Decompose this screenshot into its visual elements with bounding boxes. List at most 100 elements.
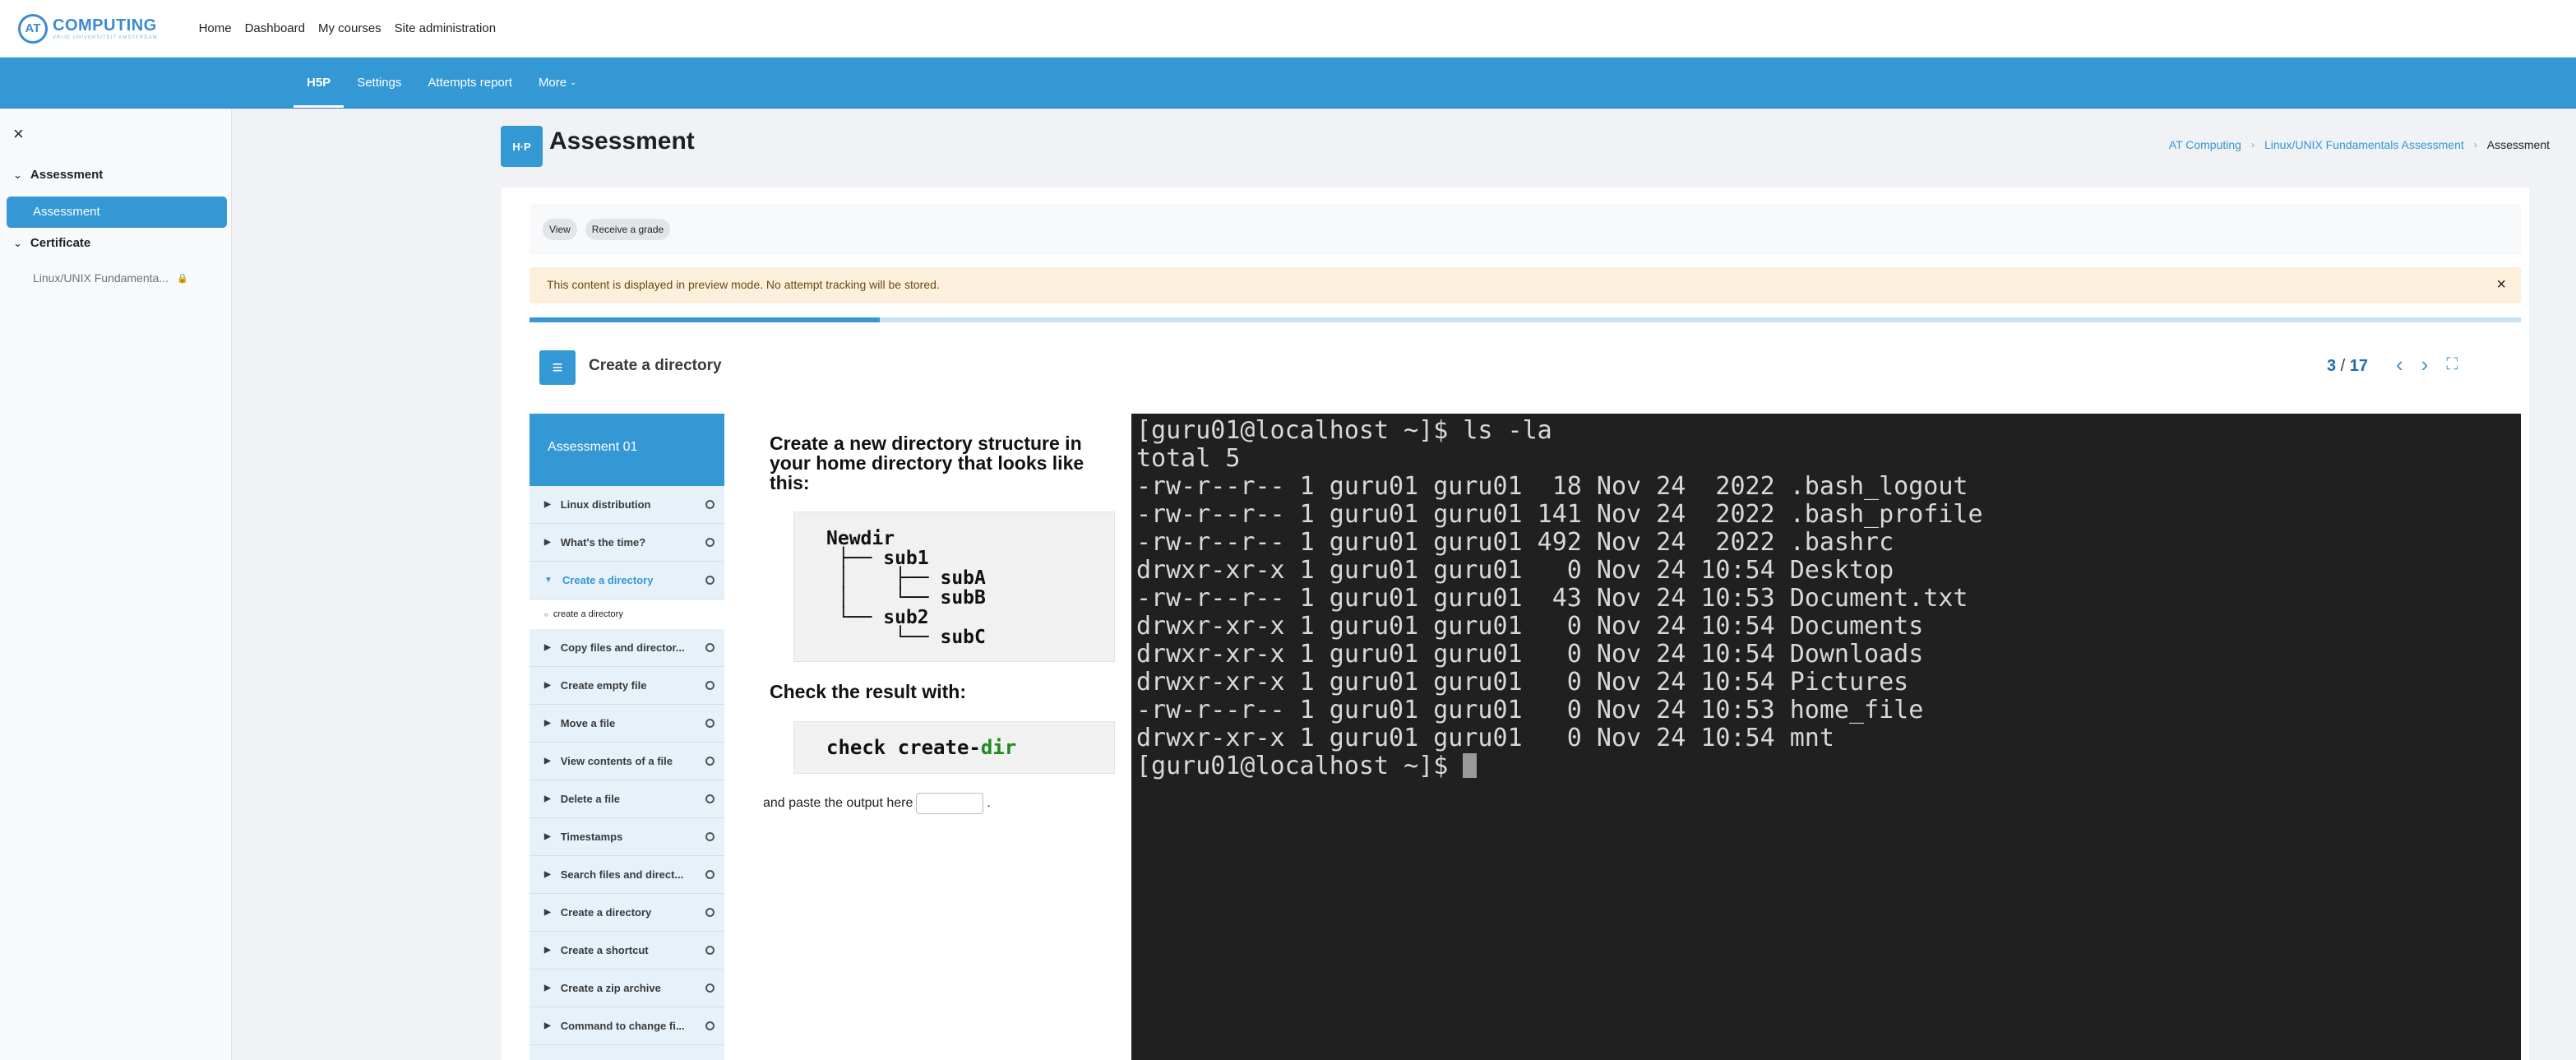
- lock-icon: 🔒: [176, 273, 188, 284]
- toc-item-label: Create a directory: [560, 906, 652, 919]
- terminal-line: drwxr-xr-x 1 guru01 guru01 0 Nov 24 10:5…: [1136, 556, 1894, 585]
- terminal-line: drwxr-xr-x 1 guru01 guru01 0 Nov 24 10:5…: [1136, 724, 1834, 752]
- check-heading: Check the result with:: [770, 681, 966, 702]
- chevron-right-icon: ›: [2250, 139, 2255, 150]
- logo-name: COMPUTING: [53, 16, 157, 35]
- nav-home[interactable]: Home: [192, 21, 238, 35]
- progress-fill: [530, 317, 881, 322]
- section-title: Assessment: [30, 168, 104, 182]
- status-circle-icon: [705, 946, 715, 955]
- toc-item-label: Delete a file: [560, 793, 620, 805]
- toc-item-label: What's the time?: [560, 536, 646, 549]
- toc-item-label: Linux distribution: [560, 498, 651, 511]
- terminal-line: drwxr-xr-x 1 guru01 guru01 0 Nov 24 10:5…: [1136, 640, 1924, 669]
- caret-right-icon: ▶: [544, 832, 551, 841]
- toc-item[interactable]: ▶ Command to change fi...: [530, 1007, 724, 1045]
- nav-site-administration[interactable]: Site administration: [388, 21, 502, 35]
- alert-text: This content is displayed in preview mod…: [547, 278, 940, 291]
- caret-right-icon: ▶: [544, 681, 551, 690]
- nav-my-courses[interactable]: My courses: [312, 21, 388, 35]
- section-title: Certificate: [30, 236, 91, 250]
- status-circle-icon: [705, 794, 715, 803]
- close-icon[interactable]: ×: [13, 123, 24, 145]
- page-title: Assessment: [549, 127, 695, 155]
- toc-item[interactable]: ▼ Create a directory: [530, 562, 724, 599]
- primary-nav: Home Dashboard My courses Site administr…: [192, 21, 503, 35]
- section-certificate[interactable]: ⌄ Certificate: [13, 236, 90, 250]
- toc-item-label: Create a zip archive: [560, 982, 661, 994]
- caret-right-icon: ▶: [544, 757, 551, 766]
- command-suffix: dir: [980, 736, 1017, 759]
- current-page: 3: [2327, 357, 2337, 375]
- preview-mode-alert: This content is displayed in preview mod…: [530, 267, 2521, 303]
- breadcrumb-course[interactable]: Linux/UNIX Fundamentals Assessment: [2264, 138, 2464, 151]
- toc-item-label: Move a file: [560, 717, 616, 729]
- terminal-line: drwxr-xr-x 1 guru01 guru01 0 Nov 24 10:5…: [1136, 612, 1924, 641]
- toc-item[interactable]: ▶ What's the time?: [530, 524, 724, 562]
- chevron-right-icon: ›: [2473, 139, 2477, 150]
- caret-right-icon: ▶: [544, 946, 551, 955]
- next-icon[interactable]: ›: [2421, 352, 2429, 377]
- toc-item-label: Command to change fi...: [560, 1020, 685, 1032]
- toc-item[interactable]: ▶ Create a directory: [530, 894, 724, 932]
- section-assessment[interactable]: ⌄ Assessment: [13, 168, 103, 182]
- h5p-activity-icon: H·P: [501, 126, 543, 167]
- secondary-nav: H5P Settings Attempts report More ⌄: [0, 58, 2576, 109]
- caret-right-icon: ▶: [544, 500, 551, 509]
- status-circle-icon: [705, 643, 715, 652]
- close-icon[interactable]: ×: [2496, 275, 2506, 294]
- chevron-down-icon: ⌄: [13, 236, 22, 249]
- previous-icon[interactable]: ‹: [2396, 352, 2403, 377]
- caret-right-icon: ▶: [544, 984, 551, 993]
- check-command: check create-dir: [826, 736, 1016, 759]
- toc-item[interactable]: ▶ Linux distribution: [530, 486, 724, 524]
- tab-attempts-report[interactable]: Attempts report: [414, 57, 525, 108]
- tab-more[interactable]: More ⌄: [525, 57, 590, 108]
- view-pill[interactable]: View: [543, 219, 577, 240]
- toc-item[interactable]: ▶ Copy files and director...: [530, 629, 724, 667]
- caret-right-icon: ▶: [544, 1021, 551, 1030]
- terminal-line: -rw-r--r-- 1 guru01 guru01 18 Nov 24 202…: [1136, 472, 1968, 501]
- menu-icon[interactable]: ≡: [539, 350, 576, 385]
- nav-dashboard[interactable]: Dashboard: [238, 21, 312, 35]
- toc-subitem[interactable]: ○ create a directory: [530, 599, 724, 629]
- toc-item[interactable]: ▶ Create a zip archive: [530, 970, 724, 1007]
- caret-right-icon: ▶: [544, 870, 551, 879]
- toc-item[interactable]: ▶ View contents of a file: [530, 743, 724, 780]
- status-circle-icon: [705, 500, 715, 509]
- drawer-item-certificate[interactable]: Linux/UNIX Fundamenta... 🔒: [33, 271, 188, 285]
- site-logo[interactable]: AT COMPUTING VRIJE UNIVERSITEIT AMSTERDA…: [18, 13, 158, 44]
- toc-title: Assessment 01: [530, 414, 724, 486]
- status-circle-icon: [705, 1021, 715, 1030]
- drawer-item-assessment[interactable]: Assessment: [7, 197, 227, 228]
- toc-item[interactable]: ▶ Create a shortcut: [530, 932, 724, 970]
- task-content: Create a new directory structure in your…: [724, 414, 1131, 1060]
- fullscreen-icon[interactable]: ⛶: [2446, 352, 2458, 377]
- toc-item[interactable]: ▶ Delete a file: [530, 780, 724, 818]
- terminal-prompt: [guru01@localhost ~]$: [1136, 752, 1464, 780]
- caret-right-icon: ▶: [544, 794, 551, 803]
- status-circle-icon: [705, 832, 715, 841]
- terminal-line: -rw-r--r-- 1 guru01 guru01 492 Nov 24 20…: [1136, 528, 1894, 557]
- output-input[interactable]: [916, 793, 984, 814]
- terminal-line: total 5: [1136, 444, 1241, 473]
- terminal-line: -rw-r--r-- 1 guru01 guru01 43 Nov 24 10:…: [1136, 584, 1968, 613]
- toc-item[interactable]: ▶ Timestamps: [530, 818, 724, 856]
- h5p-header: ≡ Create a directory 3 / 17 ‹ › ⛶: [530, 339, 2521, 396]
- terminal-line: -rw-r--r-- 1 guru01 guru01 141 Nov 24 20…: [1136, 500, 1983, 529]
- toc-item[interactable]: ▶ Create empty file: [530, 667, 724, 705]
- terminal[interactable]: [guru01@localhost ~]$ ls -la total 5 -rw-r…: [1131, 414, 2521, 1060]
- toc-item-label: Create empty file: [560, 679, 647, 692]
- paste-row: and paste the output here .: [763, 793, 991, 814]
- breadcrumb-at-computing[interactable]: AT Computing: [2169, 138, 2241, 151]
- toc-item[interactable]: ▶ Move a file: [530, 705, 724, 743]
- breadcrumb-current: Assessment: [2486, 138, 2550, 151]
- toc-item[interactable]: ▶ Search files and direct...: [530, 856, 724, 894]
- caret-right-icon: ▶: [544, 719, 551, 728]
- status-circle-icon: [705, 538, 715, 547]
- receive-grade-pill[interactable]: Receive a grade: [585, 219, 671, 240]
- tab-settings[interactable]: Settings: [344, 57, 414, 108]
- tab-h5p[interactable]: H5P: [294, 57, 345, 108]
- total-pages: 17: [2349, 357, 2369, 375]
- status-circle-icon: [705, 757, 715, 766]
